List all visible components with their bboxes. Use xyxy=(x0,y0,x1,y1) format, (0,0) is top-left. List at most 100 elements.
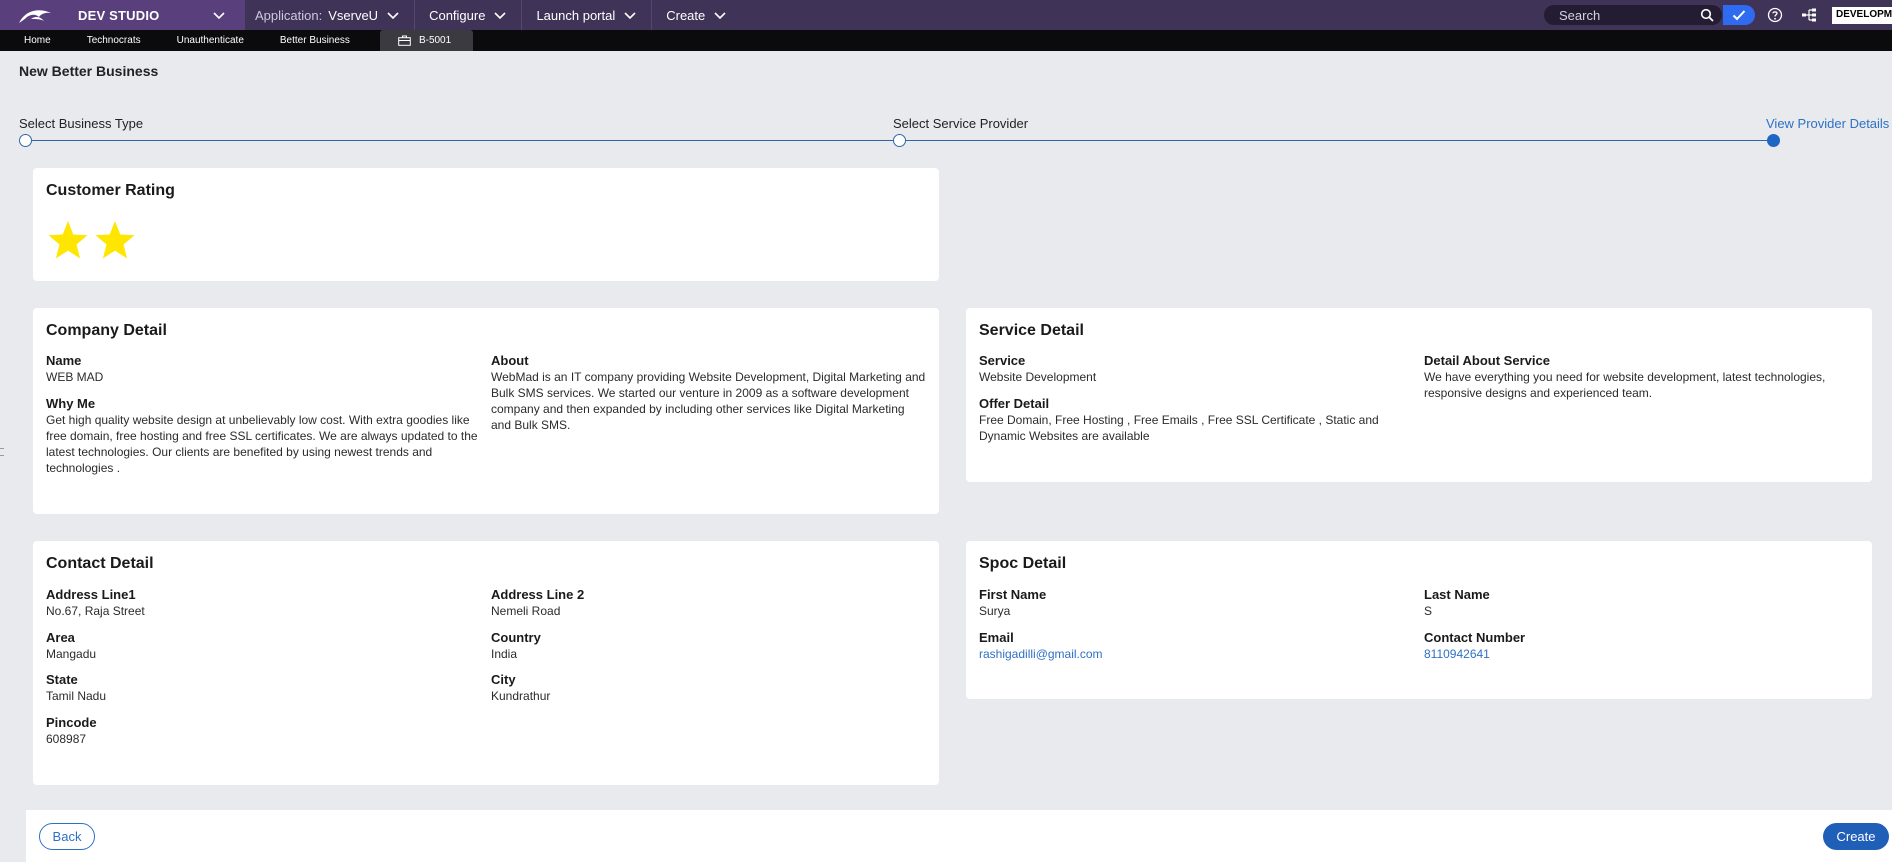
environment-badge: DEVELOPMENT xyxy=(1832,7,1892,24)
field-label: Email xyxy=(979,630,1014,645)
company-detail-card: Company Detail Name WEB MAD Why Me Get h… xyxy=(33,308,939,514)
field-label: State xyxy=(46,672,78,687)
field-address-line1: Address Line1 No.67, Raja Street xyxy=(46,586,145,619)
menu-configure-label: Configure xyxy=(429,7,486,23)
field-first-name: First Name Surya xyxy=(979,586,1046,619)
field-value: Free Domain, Free Hosting , Free Emails … xyxy=(979,413,1379,443)
step-dot-service-provider[interactable] xyxy=(893,134,906,147)
field-value: WebMad is an IT company providing Websit… xyxy=(491,370,926,432)
field-label: Service xyxy=(979,353,1026,368)
menu-application[interactable]: Application: VserveU xyxy=(245,0,416,30)
step-dot-provider-details xyxy=(1767,134,1780,147)
field-label: First Name xyxy=(979,587,1047,602)
field-area: Area Mangadu xyxy=(46,629,96,662)
field-detail-about-service: Detail About Service We have everything … xyxy=(1424,352,1854,401)
field-label: City xyxy=(491,672,516,687)
field-value: Get high quality website design at unbel… xyxy=(46,413,478,475)
menu-launch-portal[interactable]: Launch portal xyxy=(522,0,653,30)
tab-unauthenticate[interactable]: Unauthenticate xyxy=(159,30,262,51)
star-icon xyxy=(95,221,135,259)
email-link[interactable]: rashigadilli@gmail.com xyxy=(979,646,1103,662)
field-value: Nemeli Road xyxy=(491,604,561,618)
chevron-down-icon xyxy=(714,12,726,20)
spoc-detail-title: Spoc Detail xyxy=(979,555,1067,572)
contact-detail-title: Contact Detail xyxy=(46,555,154,572)
field-last-name: Last Name S xyxy=(1424,586,1490,619)
field-label: Offer Detail xyxy=(979,396,1050,411)
tab-case-b-5001[interactable]: B-5001 xyxy=(379,30,474,51)
field-value: Kundrathur xyxy=(491,689,551,703)
pega-logo-icon xyxy=(19,10,51,23)
spoc-detail-card: Spoc Detail First Name Surya Email rashi… xyxy=(966,541,1872,699)
field-value: WEB MAD xyxy=(46,370,104,384)
field-value: 608987 xyxy=(46,732,87,746)
main-menu: Application: VserveU Configure Launch po… xyxy=(245,0,741,30)
field-state: State Tamil Nadu xyxy=(46,671,106,704)
tab-bar: Home Technocrats Unauthenticate Better B… xyxy=(0,30,1892,51)
service-detail-title: Service Detail xyxy=(979,322,1084,339)
field-value: Website Development xyxy=(979,370,1097,384)
search-submit-button[interactable] xyxy=(1723,5,1755,25)
field-service: Service Website Development xyxy=(979,352,1409,385)
field-company-name: Name WEB MAD xyxy=(46,352,476,385)
field-contact-number: Contact Number 8110942641 xyxy=(1424,629,1525,662)
chevron-down-icon xyxy=(387,12,399,20)
field-value: Tamil Nadu xyxy=(46,689,107,703)
customer-rating-title: Customer Rating xyxy=(46,182,175,199)
create-button[interactable]: Create xyxy=(1823,823,1889,850)
studio-switcher[interactable]: DEV STUDIO xyxy=(0,0,245,30)
action-footer: Back Create xyxy=(26,810,1892,862)
field-value: Surya xyxy=(979,604,1011,618)
menu-application-label: VserveU xyxy=(328,7,379,23)
field-about: About WebMad is an IT company providing … xyxy=(491,352,926,433)
app-explorer-icon[interactable] xyxy=(1801,7,1817,23)
field-value: No.67, Raja Street xyxy=(46,604,145,618)
step-label-provider-details: View Provider Details xyxy=(1766,116,1890,131)
field-why-me: Why Me Get high quality website design a… xyxy=(46,395,481,476)
field-country: Country India xyxy=(491,629,541,662)
checkmark-icon xyxy=(1732,10,1746,21)
field-pincode: Pincode 608987 xyxy=(46,714,97,747)
back-button[interactable]: Back xyxy=(39,823,95,850)
help-icon[interactable] xyxy=(1767,7,1783,23)
field-city: City Kundrathur xyxy=(491,671,550,704)
menu-configure[interactable]: Configure xyxy=(415,0,523,30)
field-value: S xyxy=(1424,604,1433,618)
menu-create[interactable]: Create xyxy=(652,0,741,30)
field-offer-detail: Offer Detail Free Domain, Free Hosting ,… xyxy=(979,395,1394,444)
resize-handle[interactable] xyxy=(0,448,4,456)
field-value: We have everything you need for website … xyxy=(1424,370,1826,400)
customer-rating-card: Customer Rating xyxy=(33,168,939,281)
company-detail-title: Company Detail xyxy=(46,322,167,339)
chevron-down-icon xyxy=(213,12,225,20)
menu-create-label: Create xyxy=(666,7,706,23)
menu-application-prefix: Application: xyxy=(255,7,323,23)
briefcase-icon xyxy=(398,35,411,46)
menu-launch-portal-label: Launch portal xyxy=(536,7,616,23)
field-label: Last Name xyxy=(1424,587,1490,602)
step-label-service-provider: Select Service Provider xyxy=(893,116,1029,131)
search-input[interactable] xyxy=(1559,7,1704,23)
star-rating xyxy=(46,218,140,262)
chevron-down-icon xyxy=(624,12,636,20)
field-label: Address Line1 xyxy=(46,587,136,602)
field-value: India xyxy=(491,647,518,661)
brand-name: DEV STUDIO xyxy=(78,7,160,23)
field-label: Contact Number xyxy=(1424,630,1526,645)
tab-technocrats[interactable]: Technocrats xyxy=(69,30,159,51)
star-icon xyxy=(48,221,88,259)
service-detail-card: Service Detail Service Website Developme… xyxy=(966,308,1872,482)
tab-better-business[interactable]: Better Business xyxy=(262,30,368,51)
top-header: DEV STUDIO Application: VserveU Configur… xyxy=(0,0,1892,30)
field-label: About xyxy=(491,353,529,368)
step-dot-business-type[interactable] xyxy=(19,134,32,147)
phone-link[interactable]: 8110942641 xyxy=(1424,646,1525,662)
search-icon[interactable] xyxy=(1700,8,1714,22)
field-label: Pincode xyxy=(46,715,97,730)
step-label-business-type: Select Business Type xyxy=(19,116,144,131)
field-address-line2: Address Line 2 Nemeli Road xyxy=(491,586,584,619)
tab-home[interactable]: Home xyxy=(0,30,69,51)
field-label: Area xyxy=(46,630,75,645)
field-label: Detail About Service xyxy=(1424,353,1550,368)
field-email: Email rashigadilli@gmail.com xyxy=(979,629,1103,662)
